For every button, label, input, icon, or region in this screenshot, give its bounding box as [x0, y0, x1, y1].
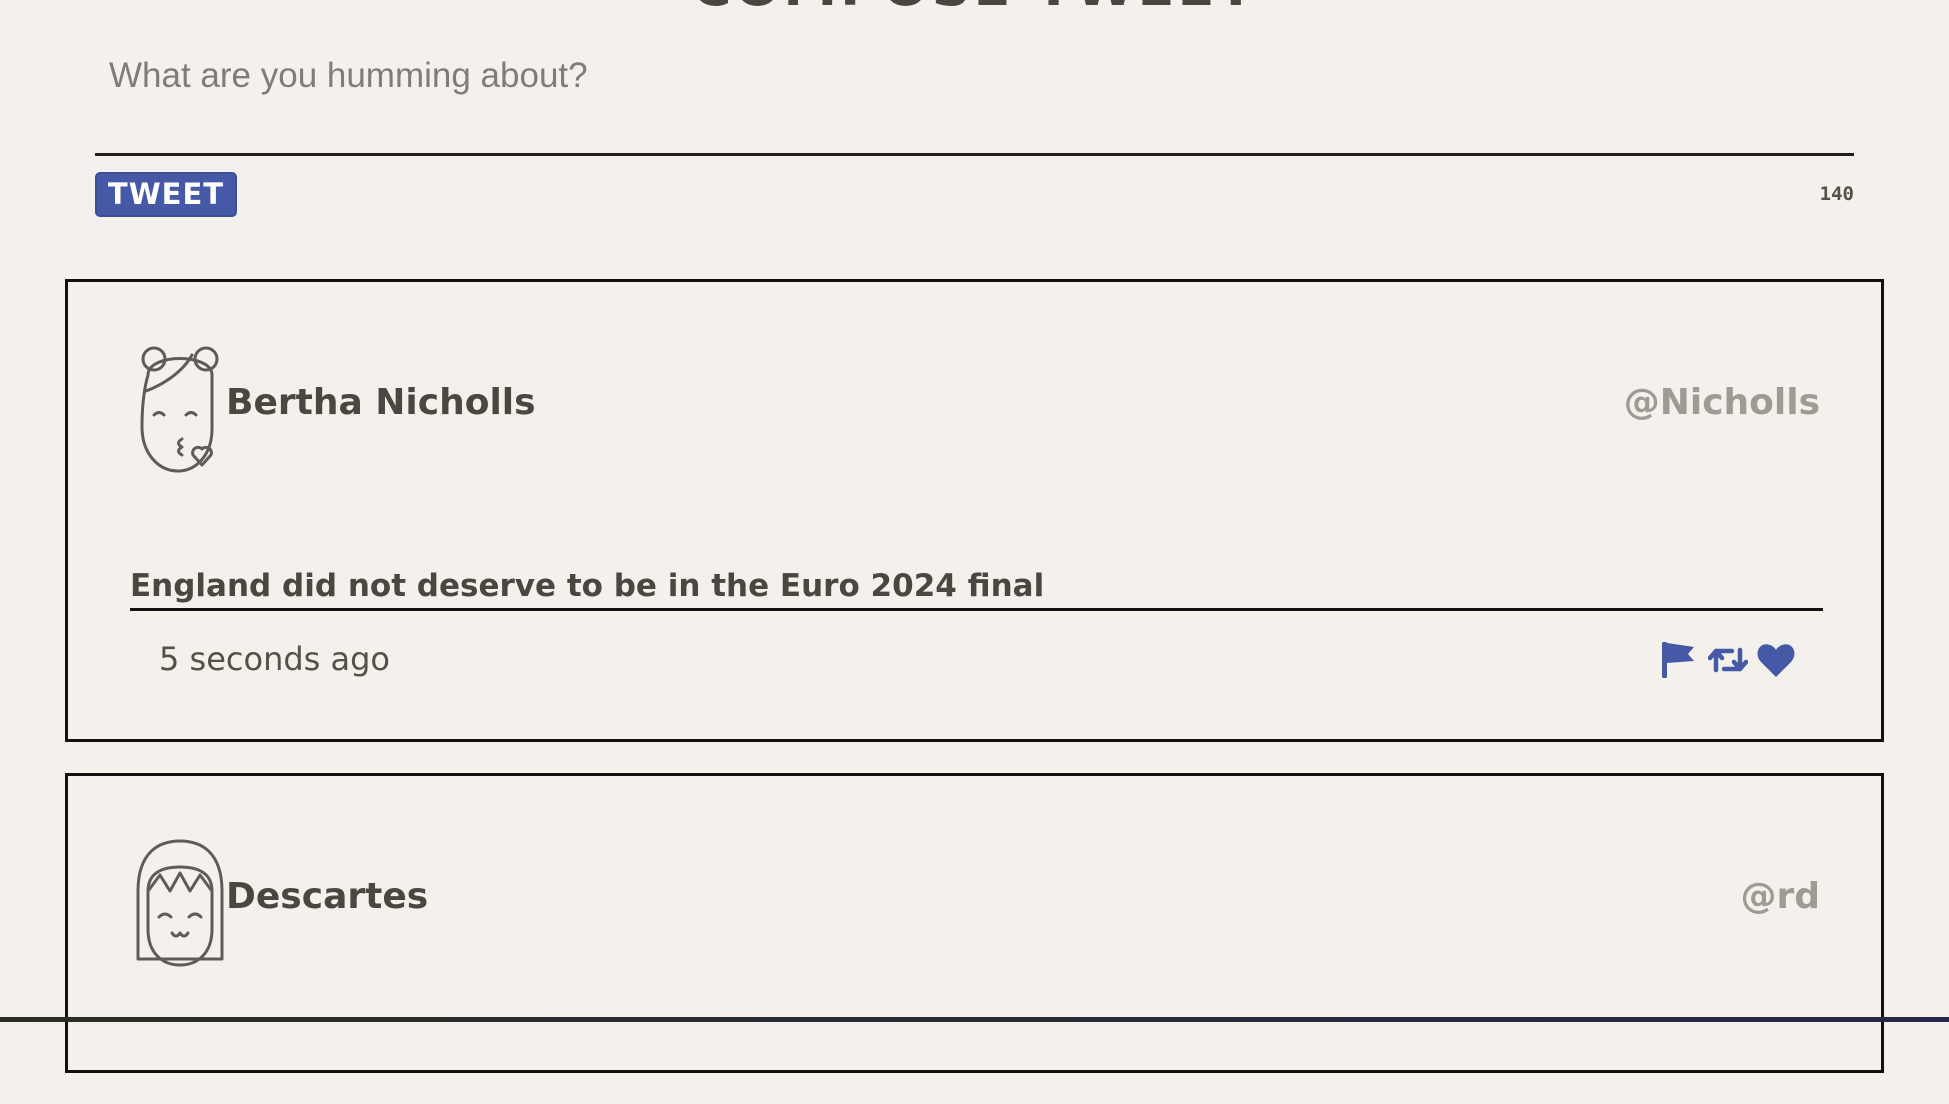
tweet-button[interactable]: TWEET: [95, 172, 237, 217]
heart-icon[interactable]: [1756, 640, 1796, 680]
tweet-text: England did not deserve to be in the Eur…: [130, 568, 1823, 611]
flag-icon[interactable]: [1660, 640, 1700, 680]
window-bottom-edge: [0, 1017, 1949, 1022]
tweet-actions: [1660, 640, 1796, 680]
retweet-icon[interactable]: [1708, 640, 1748, 680]
girl-with-bangs-avatar-icon: [136, 839, 224, 967]
character-counter: 140: [1819, 183, 1854, 205]
tweet-timestamp: 5 seconds ago: [159, 640, 390, 678]
compose-actions: TWEET 140: [95, 172, 1854, 232]
tweet-textarea[interactable]: [95, 28, 1854, 156]
author-name[interactable]: Bertha Nicholls: [226, 382, 536, 423]
author-handle[interactable]: @Nicholls: [1624, 382, 1820, 423]
tweet-card: Bertha Nicholls @Nicholls England did no…: [65, 279, 1884, 742]
girl-blowing-kiss-avatar-icon: [140, 346, 219, 473]
compose-heading: COMPOSE TWEET: [0, 0, 1949, 14]
compose-tweet-form: TWEET 140: [95, 28, 1854, 232]
tweet-card: Descartes @rd: [65, 773, 1884, 1073]
tweet-feed: Bertha Nicholls @Nicholls England did no…: [65, 279, 1884, 1104]
author-name[interactable]: Descartes: [226, 876, 428, 917]
author-handle[interactable]: @rd: [1740, 876, 1820, 917]
